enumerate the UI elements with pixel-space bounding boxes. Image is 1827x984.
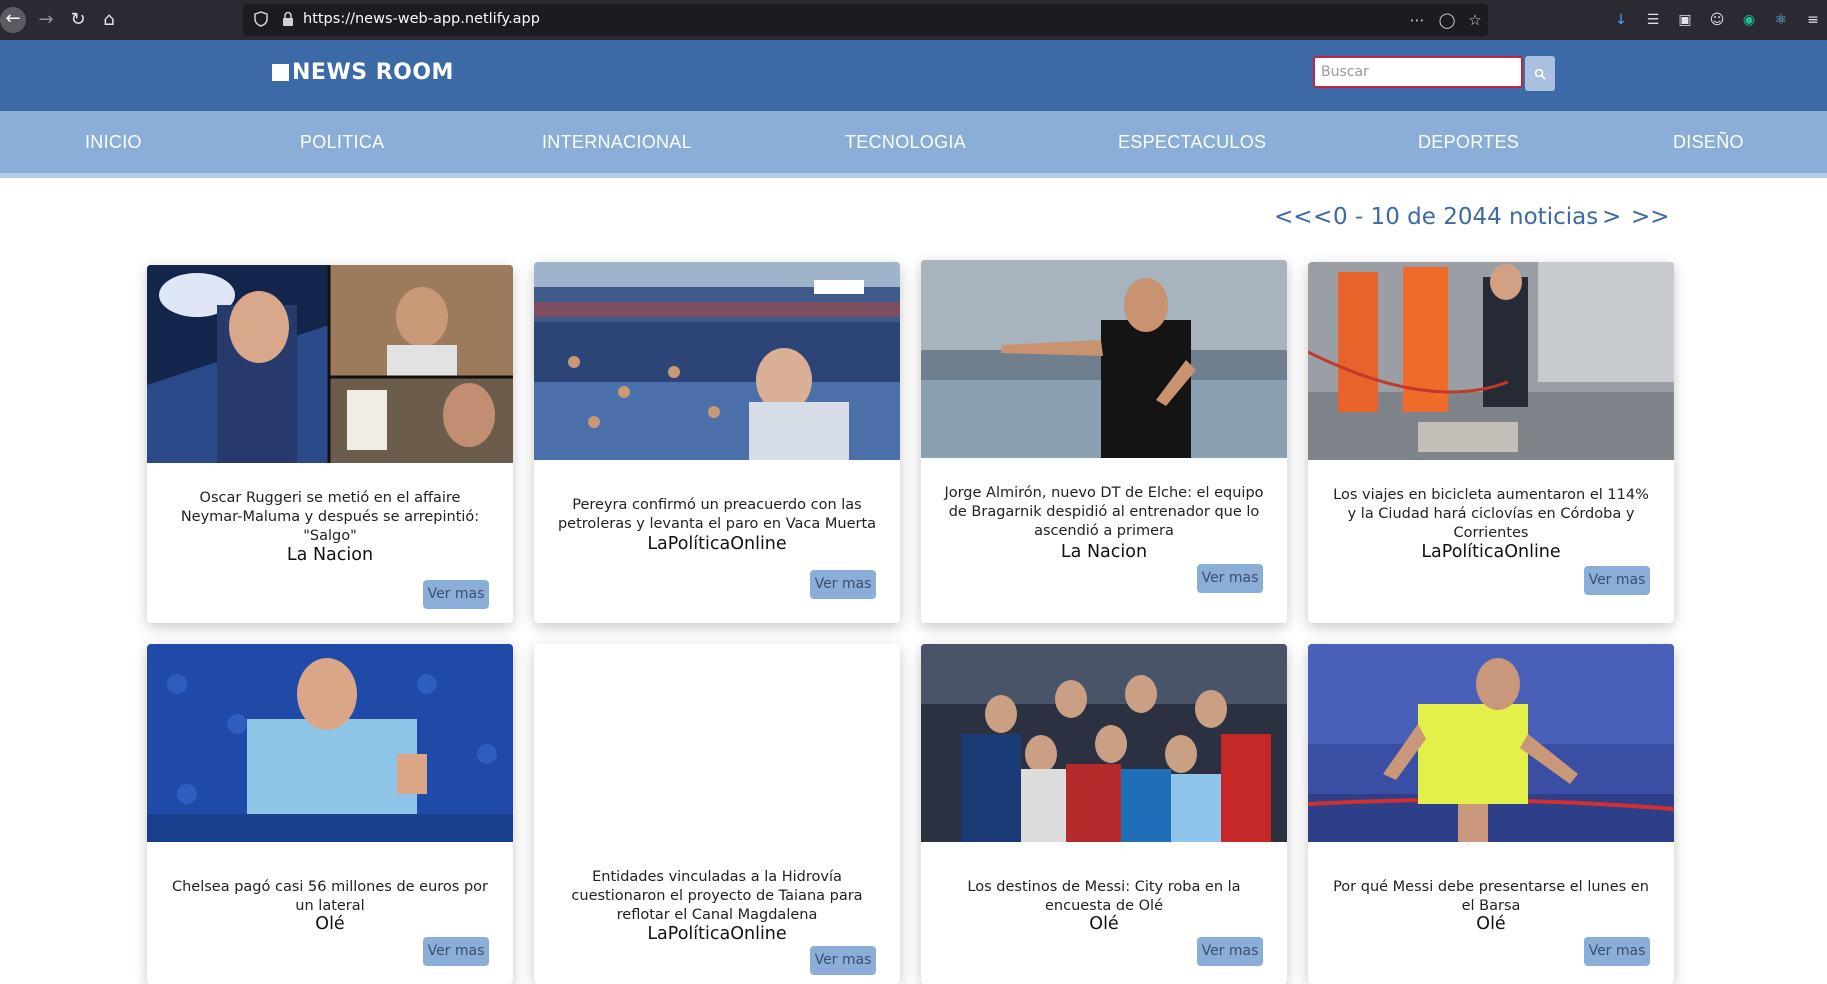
news-image xyxy=(147,644,513,842)
news-card: Los destinos de Messi: City roba en la e… xyxy=(921,644,1287,984)
news-image xyxy=(534,262,900,460)
news-title: Chelsea pagó casi 56 millones de euros p… xyxy=(171,879,489,914)
nav-item-deportes[interactable]: DEPORTES xyxy=(1418,132,1519,153)
news-card: Chelsea pagó casi 56 millones de euros p… xyxy=(147,644,513,984)
news-card: Los viajes en bicicleta aumentaron el 11… xyxy=(1308,262,1674,623)
nav-item-diseno[interactable]: DISEÑO xyxy=(1673,132,1744,153)
news-card: Jorge Almirón, nuevo DT de Elche: el equ… xyxy=(921,260,1287,623)
news-card: Oscar Ruggeri se metió en el affaire Ney… xyxy=(147,265,513,623)
pagination-last[interactable]: >> xyxy=(1631,204,1670,230)
logo-text: NEWS ROOM xyxy=(292,60,454,85)
ver-mas-button[interactable]: Ver mas xyxy=(1584,937,1650,966)
pocket-icon[interactable]: ◯ xyxy=(1437,10,1457,30)
nav-item-tecnologia[interactable]: TECNOLOGIA xyxy=(845,132,966,153)
home-button[interactable]: ⌂ xyxy=(97,8,121,32)
ver-mas-button[interactable]: Ver mas xyxy=(810,570,876,599)
bookmark-star-icon[interactable]: ☆ xyxy=(1465,10,1485,30)
news-source: Olé xyxy=(1089,914,1119,934)
news-title: Jorge Almirón, nuevo DT de Elche: el equ… xyxy=(944,485,1264,539)
sidebar-icon[interactable]: ▣ xyxy=(1674,9,1696,31)
news-source: La Nacion xyxy=(1060,542,1148,562)
menu-icon[interactable]: ≡ xyxy=(1802,9,1824,31)
ver-mas-button[interactable]: Ver mas xyxy=(423,937,489,966)
news-image xyxy=(921,644,1287,842)
news-source: La Nacion xyxy=(286,545,374,565)
news-source: LaPolíticaOnline xyxy=(1421,542,1561,562)
search-icon xyxy=(1534,68,1546,80)
forward-button[interactable]: → xyxy=(34,8,58,32)
ver-mas-button[interactable]: Ver mas xyxy=(1197,564,1263,593)
news-source: Olé xyxy=(315,914,345,934)
news-card: Pereyra confirmó un preacuerdo con las p… xyxy=(534,262,900,623)
ver-mas-button[interactable]: Ver mas xyxy=(423,580,489,609)
ver-mas-button[interactable]: Ver mas xyxy=(810,946,876,975)
nav-item-inicio[interactable]: INICIO xyxy=(85,132,142,153)
pagination-prev[interactable]: < xyxy=(1313,204,1332,230)
library-icon[interactable]: ☰ xyxy=(1642,9,1664,31)
pagination-range: 0 - 10 de 2044 noticias xyxy=(1333,204,1599,230)
search-input[interactable] xyxy=(1313,56,1523,88)
news-title: Entidades vinculadas a la Hidrovía cuest… xyxy=(571,869,863,923)
url-text: https://news-web-app.netlify.app xyxy=(303,11,540,27)
news-title: Oscar Ruggeri se metió en el affaire Ney… xyxy=(180,490,480,544)
news-image-placeholder xyxy=(534,644,900,842)
nav-item-espectaculos[interactable]: ESPECTACULOS xyxy=(1118,132,1266,153)
news-title: Pereyra confirmó un preacuerdo con las p… xyxy=(557,497,877,532)
react-devtools-icon[interactable]: ⚛ xyxy=(1770,9,1792,31)
pagination-next[interactable]: > xyxy=(1602,204,1621,230)
news-title: Los viajes en bicicleta aumentaron el 11… xyxy=(1333,487,1649,541)
reload-button[interactable]: ↻ xyxy=(66,8,90,32)
shield-icon[interactable] xyxy=(254,11,268,27)
news-title: Los destinos de Messi: City roba en la e… xyxy=(967,879,1241,914)
news-image xyxy=(147,265,513,463)
news-title: Por qué Messi debe presentarse el lunes … xyxy=(1333,879,1649,914)
news-card: Por qué Messi debe presentarse el lunes … xyxy=(1308,644,1674,984)
download-icon[interactable]: ↓ xyxy=(1610,9,1632,31)
search-button[interactable] xyxy=(1525,56,1555,91)
news-source: Olé xyxy=(1476,914,1506,934)
news-source: LaPolíticaOnline xyxy=(647,924,787,944)
news-image xyxy=(1308,644,1674,842)
category-nav: INICIO POLITICA INTERNACIONAL TECNOLOGIA… xyxy=(0,111,1827,178)
ver-mas-button[interactable]: Ver mas xyxy=(1584,566,1650,595)
back-button[interactable]: ← xyxy=(0,7,26,33)
news-source: LaPolíticaOnline xyxy=(647,534,787,554)
grammarly-icon[interactable]: ◉ xyxy=(1738,9,1760,31)
pagination-first[interactable]: << xyxy=(1274,204,1313,230)
nav-item-politica[interactable]: POLITICA xyxy=(300,132,384,153)
account-icon[interactable]: ☺ xyxy=(1706,9,1728,31)
more-actions-icon[interactable]: ⋯ xyxy=(1407,10,1427,30)
lock-icon[interactable] xyxy=(281,11,295,27)
nav-item-internacional[interactable]: INTERNACIONAL xyxy=(542,132,692,153)
news-card: Entidades vinculadas a la Hidrovía cuest… xyxy=(534,644,900,984)
logo-square-icon xyxy=(272,64,289,81)
news-image xyxy=(1308,262,1674,460)
browser-toolbar: ← → ↻ ⌂ https://news-web-app.netlify.app… xyxy=(0,0,1827,40)
ver-mas-button[interactable]: Ver mas xyxy=(1197,937,1263,966)
logo[interactable]: NEWS ROOM xyxy=(272,60,454,85)
app-header: NEWS ROOM xyxy=(0,40,1827,111)
news-image xyxy=(921,260,1287,458)
address-bar[interactable]: https://news-web-app.netlify.app ⋯ ◯ ☆ xyxy=(243,4,1488,36)
